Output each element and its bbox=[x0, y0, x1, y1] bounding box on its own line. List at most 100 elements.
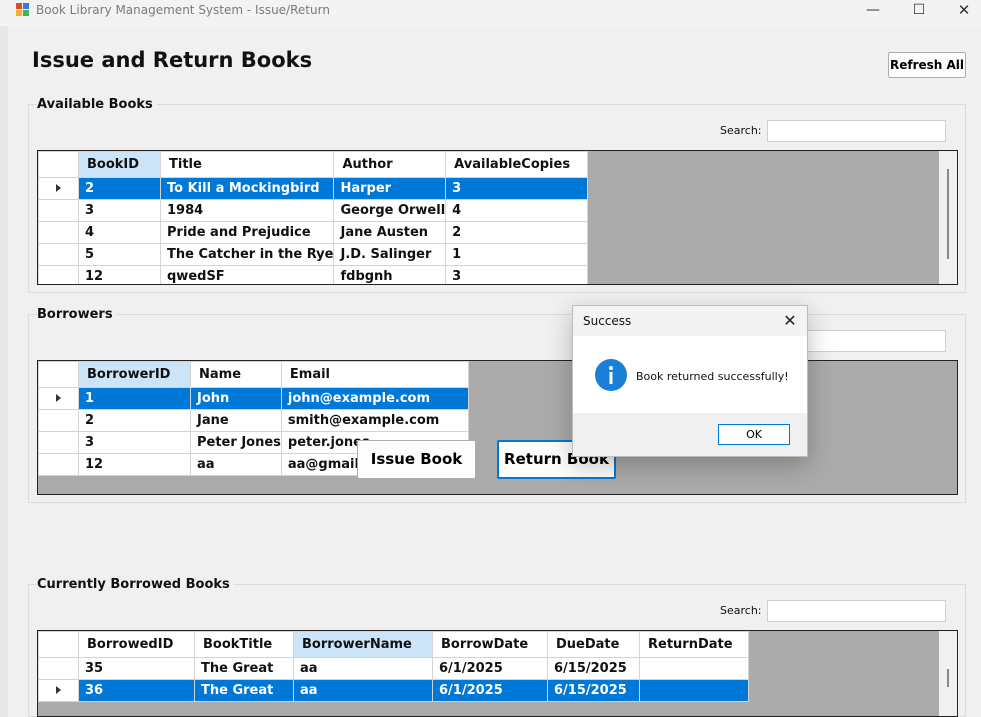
available-books-table[interactable]: BookID Title Author AvailableCopies 2 To… bbox=[38, 151, 589, 284]
cell[interactable]: 6/1/2025 bbox=[432, 679, 548, 702]
cell[interactable]: To Kill a Mockingbird bbox=[159, 177, 335, 200]
cell[interactable]: Jane Austen bbox=[333, 221, 447, 244]
cell[interactable]: aa bbox=[293, 679, 433, 702]
column-header-availablecopies[interactable]: AvailableCopies bbox=[445, 151, 589, 178]
borrowed-books-search-input[interactable] bbox=[767, 600, 946, 622]
table-row[interactable]: 2 Jane smith@example.com bbox=[38, 409, 469, 432]
cell[interactable]: john@example.com bbox=[280, 387, 469, 410]
row-header[interactable] bbox=[38, 265, 79, 284]
cell[interactable]: 3 bbox=[445, 177, 589, 200]
cell[interactable]: John bbox=[190, 387, 282, 410]
cell[interactable]: 35 bbox=[78, 657, 195, 680]
cell[interactable]: Harper bbox=[333, 177, 447, 200]
row-header[interactable] bbox=[38, 431, 79, 454]
table-row[interactable]: 12 qwedSF fdbgnh 3 bbox=[38, 265, 589, 284]
cell[interactable]: George Orwell bbox=[333, 199, 447, 222]
row-header[interactable] bbox=[38, 453, 79, 476]
borrowers-label: Borrowers bbox=[37, 307, 117, 322]
vertical-scrollbar[interactable] bbox=[939, 151, 957, 284]
available-books-grid[interactable]: BookID Title Author AvailableCopies 2 To… bbox=[37, 150, 958, 285]
scrollbar-thumb[interactable] bbox=[947, 169, 949, 259]
cell[interactable]: 12 bbox=[78, 453, 191, 476]
scrollbar-thumb[interactable] bbox=[947, 669, 949, 687]
column-header-email[interactable]: Email bbox=[280, 361, 469, 388]
table-row[interactable]: 2 To Kill a Mockingbird Harper 3 bbox=[38, 177, 589, 200]
table-row[interactable]: 36 The Great aa 6/1/2025 6/15/2025 bbox=[38, 679, 749, 702]
row-header[interactable] bbox=[38, 387, 79, 410]
column-header-title[interactable]: Title bbox=[159, 151, 335, 178]
cell[interactable] bbox=[639, 679, 749, 702]
issue-book-button[interactable]: Issue Book bbox=[357, 440, 476, 479]
cell[interactable]: Jane bbox=[190, 409, 282, 432]
cell[interactable]: 3 bbox=[78, 199, 161, 222]
column-header-author[interactable]: Author bbox=[333, 151, 447, 178]
column-header-name[interactable]: Name bbox=[190, 361, 282, 388]
cell[interactable]: 36 bbox=[78, 679, 195, 702]
column-header-borrowdate[interactable]: BorrowDate bbox=[432, 631, 548, 658]
current-row-icon bbox=[56, 394, 61, 402]
cell[interactable]: The Great bbox=[194, 679, 294, 702]
cell[interactable]: The Catcher in the Rye bbox=[159, 243, 335, 266]
cell[interactable]: aa bbox=[293, 657, 433, 680]
column-header-booktitle[interactable]: BookTitle bbox=[194, 631, 294, 658]
cell[interactable]: 1984 bbox=[159, 199, 335, 222]
cell[interactable]: 4 bbox=[445, 199, 589, 222]
column-header-duedate[interactable]: DueDate bbox=[547, 631, 640, 658]
borrowed-books-table[interactable]: BorrowedID BookTitle BorrowerName Borrow… bbox=[38, 631, 749, 702]
borrowed-books-grid[interactable]: BorrowedID BookTitle BorrowerName Borrow… bbox=[37, 630, 958, 717]
window-frame bbox=[0, 26, 8, 717]
borrowed-books-label: Currently Borrowed Books bbox=[37, 577, 234, 592]
table-row[interactable]: 35 The Great aa 6/1/2025 6/15/2025 bbox=[38, 657, 749, 680]
minimize-button[interactable]: — bbox=[850, 0, 896, 22]
available-books-label: Available Books bbox=[37, 97, 157, 112]
refresh-all-button[interactable]: Refresh All bbox=[888, 52, 966, 78]
cell[interactable]: 6/1/2025 bbox=[432, 657, 548, 680]
column-header-borrowedid[interactable]: BorrowedID bbox=[78, 631, 195, 658]
row-header[interactable] bbox=[38, 657, 79, 680]
success-dialog[interactable]: Success ✕ Book returned successfully! OK bbox=[572, 305, 808, 457]
cell[interactable]: qwedSF bbox=[159, 265, 335, 284]
column-header-borrowerid[interactable]: BorrowerID bbox=[78, 361, 191, 388]
cell[interactable]: 5 bbox=[78, 243, 161, 266]
cell[interactable]: aa bbox=[190, 453, 282, 476]
cell[interactable]: 2 bbox=[78, 409, 191, 432]
row-header[interactable] bbox=[38, 221, 79, 244]
cell[interactable]: Pride and Prejudice bbox=[159, 221, 335, 244]
cell[interactable]: 2 bbox=[445, 221, 589, 244]
cell[interactable]: 3 bbox=[445, 265, 589, 284]
table-row[interactable]: 1 John john@example.com bbox=[38, 387, 469, 410]
cell[interactable]: The Great bbox=[194, 657, 294, 680]
cell[interactable]: J.D. Salinger bbox=[333, 243, 447, 266]
ok-button[interactable]: OK bbox=[718, 424, 790, 445]
cell[interactable]: 1 bbox=[78, 387, 191, 410]
cell[interactable]: Peter Jones bbox=[190, 431, 282, 454]
row-header[interactable] bbox=[38, 409, 79, 432]
close-button[interactable]: ✕ bbox=[941, 0, 981, 22]
row-header[interactable] bbox=[38, 177, 79, 200]
current-row-icon bbox=[56, 184, 61, 192]
table-row[interactable]: 3 1984 George Orwell 4 bbox=[38, 199, 589, 222]
title-bar: Book Library Management System - Issue/R… bbox=[0, 0, 981, 26]
column-header-borrowername[interactable]: BorrowerName bbox=[293, 631, 433, 658]
available-books-search-input[interactable] bbox=[767, 120, 946, 142]
cell[interactable]: 1 bbox=[445, 243, 589, 266]
dialog-close-button[interactable]: ✕ bbox=[777, 308, 803, 334]
column-header-returndate[interactable]: ReturnDate bbox=[639, 631, 749, 658]
cell[interactable]: fdbgnh bbox=[333, 265, 447, 284]
row-header[interactable] bbox=[38, 199, 79, 222]
column-header-bookid[interactable]: BookID bbox=[78, 151, 161, 178]
cell[interactable]: 12 bbox=[78, 265, 161, 284]
cell[interactable]: 3 bbox=[78, 431, 191, 454]
cell[interactable]: 4 bbox=[78, 221, 161, 244]
table-row[interactable]: 4 Pride and Prejudice Jane Austen 2 bbox=[38, 221, 589, 244]
maximize-button[interactable]: ☐ bbox=[896, 0, 942, 22]
cell[interactable]: smith@example.com bbox=[280, 409, 469, 432]
row-header[interactable] bbox=[38, 243, 79, 266]
cell[interactable]: 2 bbox=[78, 177, 161, 200]
cell[interactable]: 6/15/2025 bbox=[547, 679, 640, 702]
cell[interactable] bbox=[639, 657, 749, 680]
cell[interactable]: 6/15/2025 bbox=[547, 657, 640, 680]
row-header[interactable] bbox=[38, 679, 79, 702]
table-row[interactable]: 5 The Catcher in the Rye J.D. Salinger 1 bbox=[38, 243, 589, 266]
vertical-scrollbar[interactable] bbox=[939, 631, 957, 716]
